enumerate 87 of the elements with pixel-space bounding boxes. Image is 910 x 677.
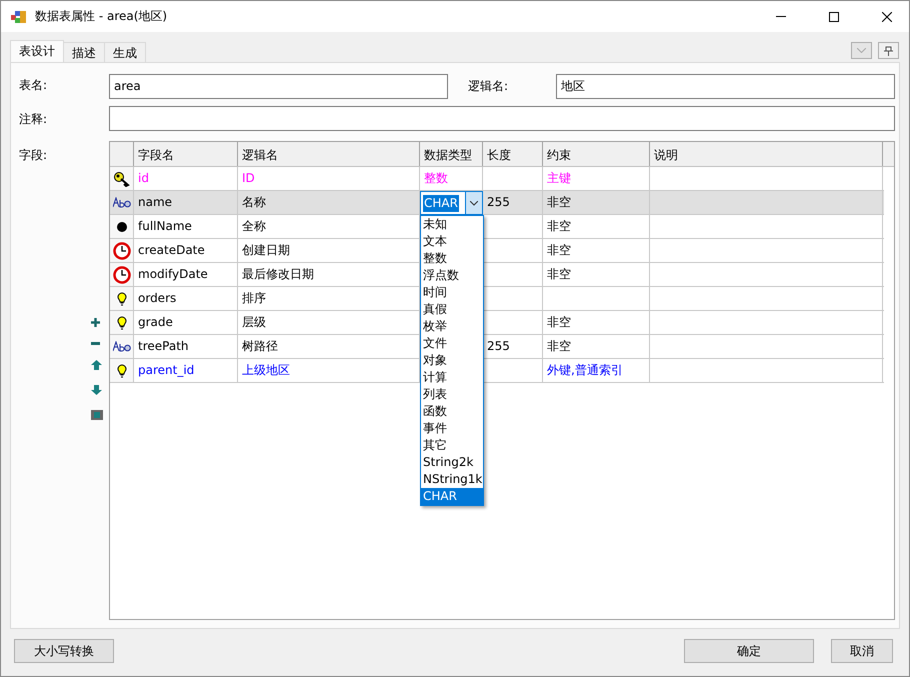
table-cell: 上级地区 [242,363,290,377]
ok-button[interactable]: 确定 [684,639,814,663]
column-header[interactable]: 长度 [483,142,543,166]
table-cell: id [138,171,149,185]
dropdown-option[interactable]: NString1k [421,471,483,488]
add-icon[interactable] [91,318,100,327]
table-cell: 255 [487,339,510,353]
table-cell: 非空 [547,195,571,209]
dropdown-option[interactable]: 列表 [421,386,483,403]
table-cell: 全称 [242,219,266,233]
tab[interactable]: 表设计 [10,40,64,62]
table-cell: modifyDate [138,267,208,281]
table-cell: 主键 [547,171,571,185]
table-cell: createDate [138,243,205,257]
dropdown-option[interactable]: 未知 [421,216,483,233]
field-label: 注释: [19,111,48,128]
maximize-icon [828,12,838,22]
clock-icon [112,242,130,260]
chevron-icon [470,200,478,206]
table-cell: grade [138,315,173,329]
dropdown-option[interactable]: 函数 [421,403,483,420]
logical-name-field[interactable]: 地区 [556,74,895,98]
bulb-icon [116,316,126,330]
dropdown-option[interactable]: CHAR [421,488,483,505]
table-cell: 非空 [547,267,571,281]
tab[interactable]: 描述 [63,42,105,62]
dropdown-option[interactable]: 真假 [421,301,483,318]
clock-icon [112,266,130,284]
table-cell: 整数 [424,171,448,185]
dropdown-option[interactable]: 文本 [421,233,483,250]
dot-icon [116,222,126,232]
field-label: 表名: [19,77,48,94]
column-header[interactable]: 数据类型 [420,142,483,166]
dropdown-option[interactable]: 枚举 [421,318,483,335]
table-cell: 外键,普通索引 [547,363,623,377]
cancel-button[interactable]: 取消 [831,639,893,663]
app-icon [11,10,27,24]
table-cell: 最后修改日期 [242,267,314,281]
dropdown-option[interactable]: 计算 [421,369,483,386]
down-arrow-icon[interactable] [91,385,102,395]
dropdown-option[interactable]: 事件 [421,420,483,437]
field-label: 字段: [19,147,48,164]
up-arrow-icon[interactable] [91,360,102,370]
bulb-icon [116,292,126,306]
table-cell: 非空 [547,219,571,233]
table-cell: orders [138,291,176,305]
table-cell: 树路径 [242,339,278,353]
dropdown-option[interactable]: 对象 [421,352,483,369]
dropdown-option[interactable]: 浮点数 [421,267,483,284]
comment-field[interactable] [109,106,895,130]
minimize-icon [776,16,786,17]
table-cell: 255 [487,195,510,209]
table-cell: treePath [138,339,189,353]
table-cell: 非空 [547,243,571,257]
field-label: 逻辑名: [467,78,510,94]
chevron-icon [857,48,866,53]
pin-button[interactable] [878,42,899,59]
table-cell: 非空 [547,315,571,329]
type-combo[interactable]: CHAR [420,191,483,215]
table-cell: parent_id [138,363,194,377]
dropdown-option[interactable]: 文件 [421,335,483,352]
dropdown-option[interactable]: 整数 [421,250,483,267]
window-title: 数据表属性 - area(地区) [35,8,168,25]
key-icon [112,170,130,186]
dropdown-option[interactable]: 其它 [421,437,483,454]
column-header[interactable]: 逻辑名 [238,142,420,166]
abc-icon [112,340,130,352]
dropdown-option[interactable]: 时间 [421,284,483,301]
table-cell: name [138,195,172,209]
table-cell: 非空 [547,339,571,353]
column-header[interactable]: 说明 [650,142,883,166]
table-cell: fullName [138,219,192,233]
tab[interactable]: 生成 [104,42,146,62]
table-cell: 名称 [242,195,266,209]
close-icon [882,12,892,22]
column-header[interactable]: 约束 [543,142,650,166]
table-cell: ID [242,171,255,185]
table-cell: 层级 [242,315,266,329]
column-header[interactable]: 字段名 [134,142,238,166]
abc-icon [112,196,130,208]
table-cell: 创建日期 [242,243,290,257]
pin-icon [884,46,893,56]
case-convert-button[interactable]: 大小写转换 [14,639,114,663]
table-cell: 排序 [242,291,266,305]
bulb-icon [116,364,126,378]
table-name-field[interactable]: area [109,74,448,98]
dropdown-option[interactable]: String2k [421,454,483,471]
